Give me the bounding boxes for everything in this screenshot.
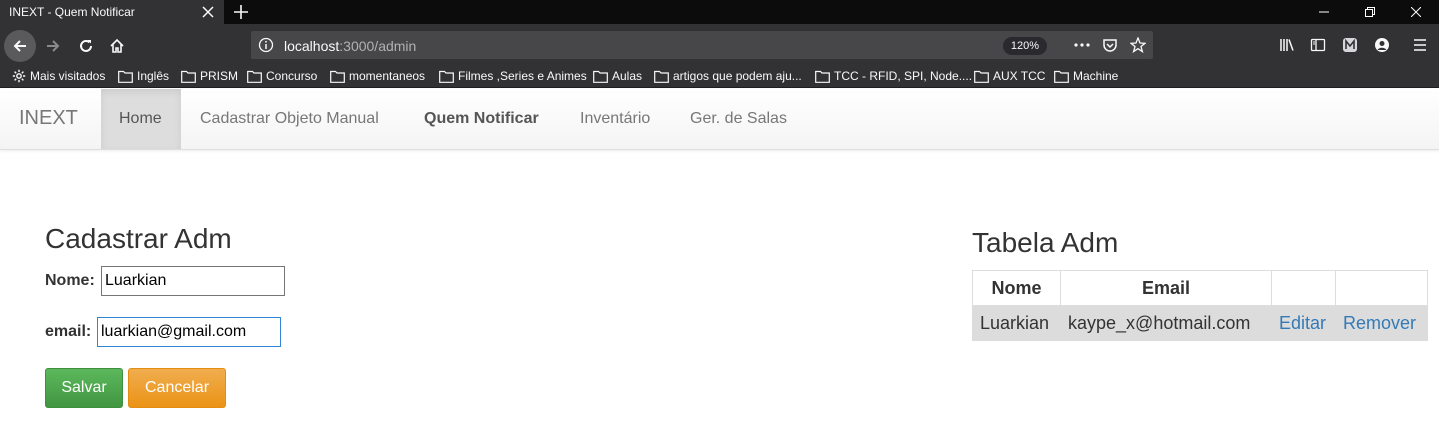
- bookmark-label: Concurso: [266, 69, 318, 83]
- folder-icon: [247, 70, 262, 83]
- cell-nome: Luarkian: [972, 305, 1061, 341]
- bookmark-artigos[interactable]: artigos que podem aju...: [654, 64, 802, 88]
- header-remove: [1335, 270, 1428, 306]
- new-tab-icon[interactable]: [231, 2, 251, 22]
- admin-table: Nome Email Luarkian kaype_x@hotmail.com …: [972, 270, 1428, 341]
- nav-item-ger-salas[interactable]: Ger. de Salas: [690, 110, 787, 128]
- bookmark-concurso[interactable]: Concurso: [247, 64, 317, 88]
- close-window-icon[interactable]: [1393, 0, 1439, 24]
- minimize-icon[interactable]: [1301, 0, 1347, 24]
- bookmark-momentaneos[interactable]: momentaneos: [330, 64, 425, 88]
- bookmark-label: TCC - RFID, SPI, Node....: [834, 69, 973, 83]
- bookmark-label: Machine: [1073, 69, 1119, 83]
- table-header-row: Nome Email: [972, 270, 1428, 306]
- brand-logo[interactable]: INEXT: [19, 107, 78, 130]
- pocket-icon[interactable]: [1100, 35, 1120, 55]
- nav-item-cadastrar-objeto[interactable]: Cadastrar Objeto Manual: [200, 110, 379, 128]
- edit-link[interactable]: Editar: [1271, 305, 1336, 341]
- header-email: Email: [1060, 270, 1272, 306]
- header-nome: Nome: [972, 270, 1061, 306]
- back-button[interactable]: [4, 30, 36, 62]
- table-row: Luarkian kaype_x@hotmail.com Editar Remo…: [972, 305, 1428, 341]
- home-icon[interactable]: [106, 35, 128, 57]
- account-icon[interactable]: [1372, 35, 1392, 55]
- bookmark-label: Filmes ,Series e Animes: [458, 69, 587, 83]
- folder-icon: [974, 70, 989, 83]
- folder-icon: [1054, 70, 1069, 83]
- bookmark-machine[interactable]: Machine: [1054, 64, 1118, 88]
- sidebar-icon[interactable]: [1308, 35, 1328, 55]
- bookmark-aux-tcc[interactable]: AUX TCC: [974, 64, 1045, 88]
- page-actions-icon[interactable]: [1072, 35, 1092, 55]
- folder-icon: [593, 70, 608, 83]
- bookmark-label: momentaneos: [349, 69, 426, 83]
- tab-title: INEXT - Quem Notificar: [9, 5, 135, 19]
- bookmark-label: Inglês: [137, 69, 170, 83]
- bookmark-star-icon[interactable]: [1128, 35, 1148, 55]
- zoom-badge[interactable]: 120%: [1003, 37, 1047, 55]
- header-edit: [1271, 270, 1336, 306]
- nav-item-inventario[interactable]: Inventário: [580, 110, 650, 128]
- url-path: :3000/admin: [339, 38, 417, 54]
- folder-icon: [439, 70, 454, 83]
- bookmark-label: artigos que podem aju...: [673, 69, 802, 83]
- table-title: Tabela Adm: [972, 227, 1119, 258]
- bookmark-label: Mais visitados: [30, 69, 106, 83]
- folder-icon: [118, 70, 133, 83]
- gear-icon: [12, 69, 26, 83]
- cell-email: kaype_x@hotmail.com: [1060, 305, 1272, 341]
- bookmark-prism[interactable]: PRISM: [181, 64, 238, 88]
- cancel-button[interactable]: Cancelar: [128, 368, 226, 408]
- close-icon[interactable]: [199, 3, 217, 21]
- url-text[interactable]: localhost:3000/admin: [284, 38, 416, 54]
- library-icon[interactable]: [1277, 35, 1297, 55]
- save-button[interactable]: Salvar: [45, 368, 123, 408]
- url-host: localhost: [284, 38, 340, 54]
- bookmark-aulas[interactable]: Aulas: [593, 64, 642, 88]
- reload-icon[interactable]: [75, 35, 97, 57]
- form-title: Cadastrar Adm: [45, 223, 232, 254]
- email-label: email:: [45, 323, 92, 340]
- folder-icon: [654, 70, 669, 83]
- bookmark-ingles[interactable]: Inglês: [118, 64, 169, 88]
- restore-icon[interactable]: [1347, 0, 1393, 24]
- menu-icon[interactable]: [1410, 35, 1430, 55]
- bookmark-label: Aulas: [612, 69, 643, 83]
- back-arrow-icon: [13, 40, 26, 52]
- browser-tab[interactable]: INEXT - Quem Notificar: [0, 0, 224, 24]
- bookmark-label: PRISM: [200, 69, 239, 83]
- extension-icon[interactable]: [1340, 35, 1360, 55]
- folder-icon: [330, 70, 345, 83]
- remove-link[interactable]: Remover: [1335, 305, 1428, 341]
- name-label: Nome:: [45, 272, 95, 289]
- nav-item-home[interactable]: Home: [119, 110, 162, 128]
- folder-icon: [181, 70, 196, 83]
- nav-item-quem-notificar[interactable]: Quem Notificar: [424, 110, 539, 128]
- bookmark-label: AUX TCC: [993, 69, 1046, 83]
- info-icon[interactable]: [258, 37, 274, 53]
- folder-icon: [815, 70, 830, 83]
- email-input[interactable]: [97, 317, 281, 347]
- forward-arrow-icon[interactable]: [42, 35, 64, 57]
- bookmark-filmes[interactable]: Filmes ,Series e Animes: [439, 64, 587, 88]
- bookmark-mais-visitados[interactable]: Mais visitados: [12, 64, 105, 88]
- bookmark-tcc-rfid[interactable]: TCC - RFID, SPI, Node....: [815, 64, 972, 88]
- name-input[interactable]: [101, 266, 285, 296]
